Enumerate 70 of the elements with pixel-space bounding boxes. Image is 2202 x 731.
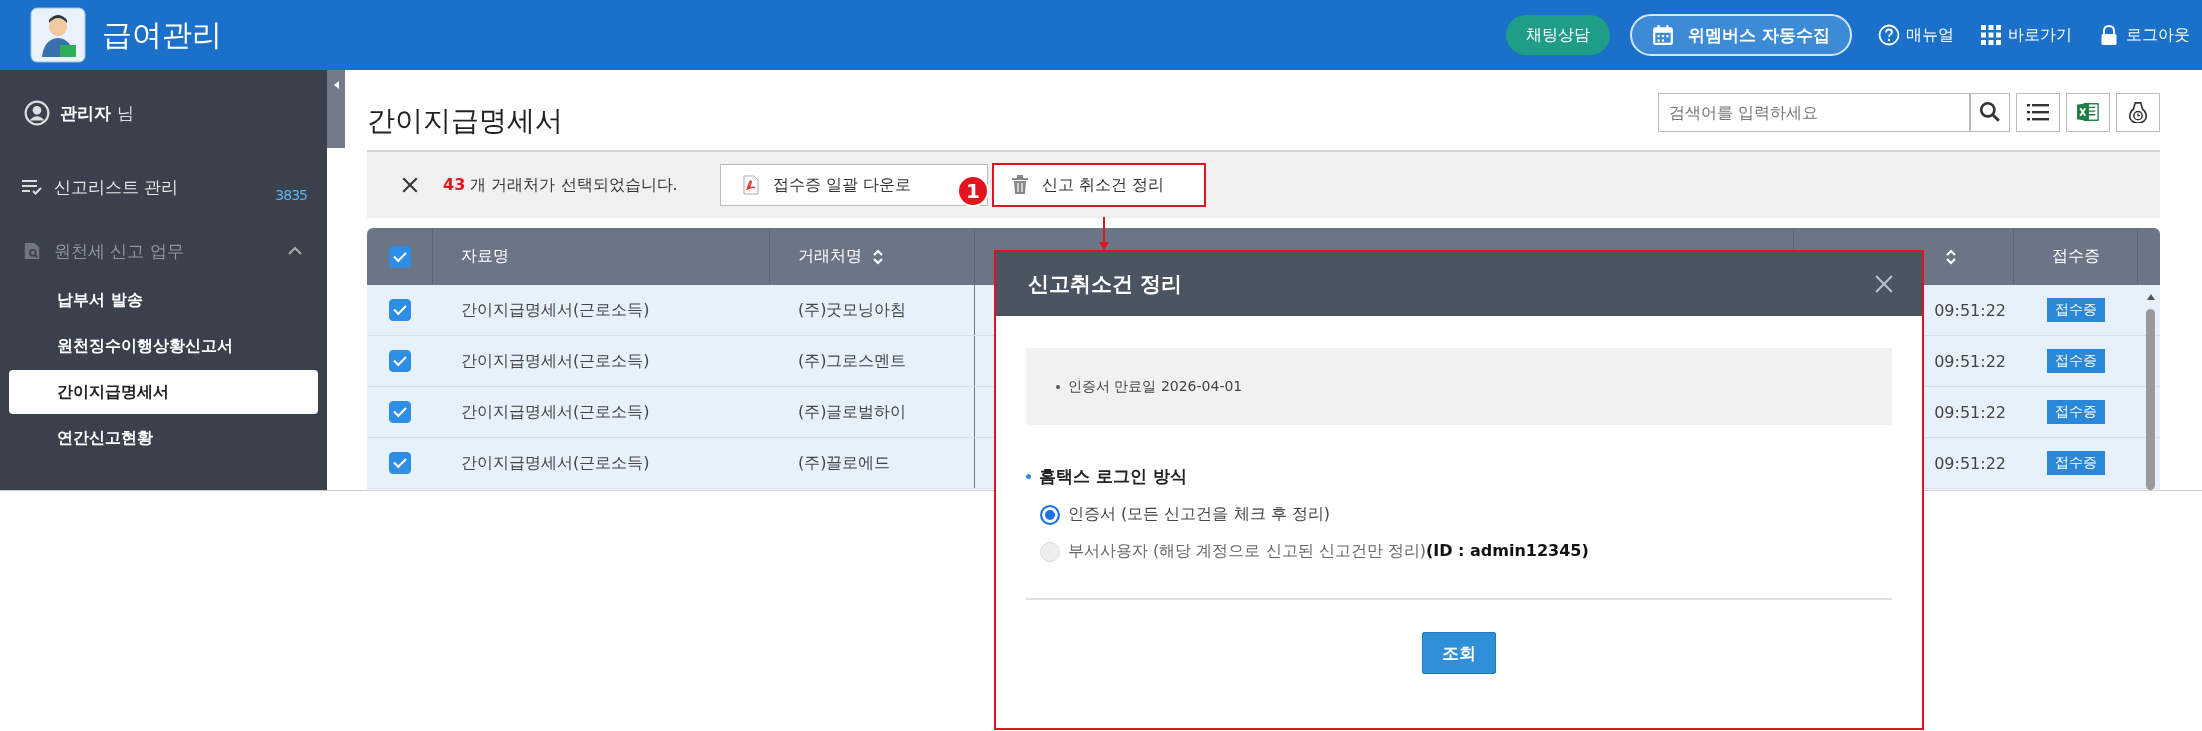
header-link[interactable]: 바로가기	[1980, 24, 2072, 46]
header-link[interactable]: 매뉴얼	[1878, 24, 1954, 46]
app-title: 급여관리	[102, 15, 222, 54]
person-logo-icon	[30, 7, 86, 63]
table-cell: 간이지급명세서(근로소득)	[461, 350, 650, 372]
table-cell: (주)글로벌하이	[798, 401, 907, 423]
checklist-icon	[22, 178, 42, 196]
grid-icon	[1980, 24, 2002, 46]
table-cell: 간이지급명세서(근로소득)	[461, 401, 650, 423]
receipt-button[interactable]: 접수증	[2047, 451, 2105, 475]
sidebar-subitem[interactable]: 간이지급명세서	[9, 370, 318, 414]
sidebar-subitem[interactable]: 연간신고현황	[9, 416, 318, 460]
document-search-icon	[22, 242, 42, 260]
table-cell: 09:51:22	[1934, 402, 2006, 422]
trash-icon	[1012, 175, 1028, 195]
select-all-checkbox[interactable]	[388, 245, 411, 268]
bullet-icon	[1056, 384, 1060, 389]
header-link[interactable]: 로그아웃	[2098, 24, 2190, 46]
receipt-button[interactable]: 접수증	[2047, 349, 2105, 373]
table-cell: 09:51:22	[1934, 351, 2006, 371]
page-title: 간이지급명세서	[367, 103, 563, 139]
sidebar-subitem[interactable]: 납부서 발송	[9, 278, 318, 322]
lock-icon	[2098, 24, 2120, 46]
count-label: 3835	[275, 187, 307, 203]
chat-button[interactable]: 채팅상담	[1506, 15, 1611, 55]
spreadsheet-icon	[2077, 101, 2099, 123]
receipt-button[interactable]: 접수증	[2047, 400, 2105, 424]
spreadsheet-export-button[interactable]	[2066, 92, 2110, 132]
history-button[interactable]	[2116, 92, 2160, 132]
table-cell: 09:51:22	[1934, 300, 2006, 320]
pdf-icon	[743, 175, 759, 195]
user-icon	[24, 100, 50, 126]
sidebar-group[interactable]: 원천세 신고 업무	[0, 236, 327, 266]
cleanup-button[interactable]: 신고 취소건 정리	[992, 163, 1206, 207]
sidebar-subitem[interactable]: 원천징수이행상황신고서	[9, 324, 318, 368]
bullet-icon	[1026, 474, 1031, 479]
search-field[interactable]: 검색어를 입력하세요	[1658, 92, 1970, 132]
table-cell: 간이지급명세서(근로소득)	[461, 452, 650, 474]
receipt-button[interactable]: 접수증	[2047, 298, 2105, 322]
user-suffix: 님	[117, 101, 134, 125]
arrow-up-icon[interactable]	[2145, 293, 2156, 301]
sort-icon[interactable]	[1945, 247, 1957, 266]
auto-collect-button[interactable]: 위멤버스 자동수집	[1630, 14, 1852, 56]
calendar-icon	[1652, 24, 1675, 46]
section-title: 홈택스 로그인 방식	[1039, 465, 1187, 488]
help-icon	[1878, 24, 1900, 46]
table-cell: (주)끌로에드	[798, 452, 891, 474]
list-view-button[interactable]	[2016, 92, 2060, 132]
search-button[interactable]	[1970, 92, 2010, 132]
sort-icon[interactable]	[872, 247, 884, 266]
row-checkbox[interactable]	[389, 452, 411, 474]
table-cell: (주)굿모닝아침	[798, 299, 907, 321]
close-icon[interactable]	[401, 176, 419, 194]
row-checkbox[interactable]	[389, 401, 411, 423]
search-icon	[1979, 101, 2001, 123]
selection-message: 43 개 거래처가 선택되었습니다.	[443, 174, 679, 196]
row-checkbox[interactable]	[389, 299, 411, 321]
table-cell: 09:51:22	[1934, 453, 2006, 473]
list-icon	[2027, 101, 2049, 123]
collapse-handle[interactable]	[327, 70, 345, 148]
search-submit-button[interactable]: 조회	[1422, 632, 1496, 674]
table-cell: (주)그로스멘트	[798, 350, 907, 372]
user-name: 관리자	[60, 101, 111, 125]
radio-option[interactable]: 인증서 (모든 신고건을 체크 후 정리)	[1026, 504, 1892, 525]
dialog-title: 신고취소건 정리	[1028, 271, 1183, 298]
info-text: 인증서 만료일 2026-04-01	[1068, 377, 1243, 396]
table-cell: 간이지급명세서(근로소득)	[461, 299, 650, 321]
row-checkbox[interactable]	[389, 350, 411, 372]
sidebar-item[interactable]: 신고리스트 관리	[0, 172, 262, 202]
clock-bag-icon	[2127, 101, 2149, 123]
